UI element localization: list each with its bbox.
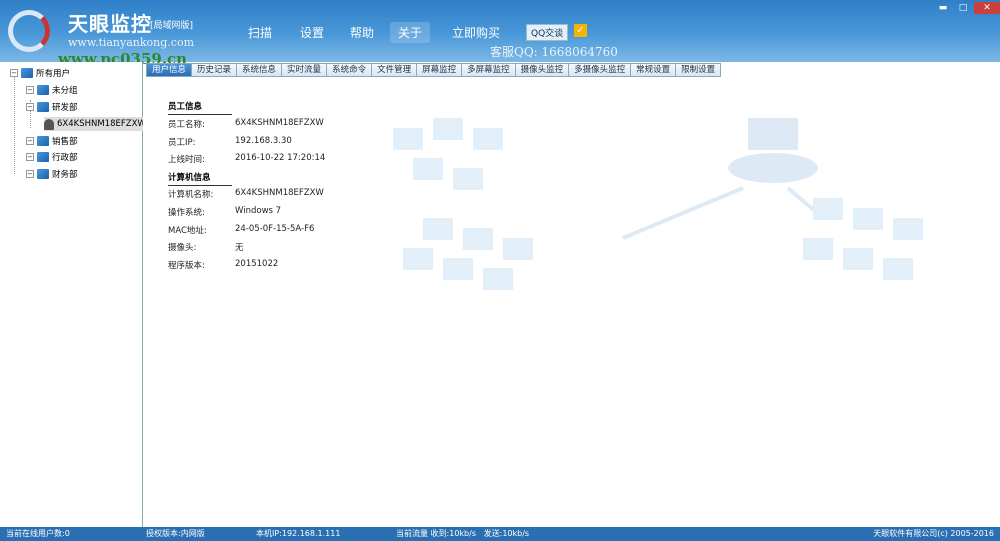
copyright: 天眼软件有限公司(c) 2005-2016 xyxy=(873,529,994,538)
status-bar: 当前在线用户数:0 授权版本:内网版 本机IP:192.168.1.111 当前… xyxy=(0,527,1000,541)
collapse-icon[interactable]: − xyxy=(26,103,34,111)
traffic: 当前流量 收到:10kb/s 发送:10kb/s xyxy=(396,529,530,538)
logo-icon xyxy=(8,10,50,52)
group-icon xyxy=(21,68,33,78)
online-time-value: 2016-10-22 17:20:14 xyxy=(235,153,326,163)
check-icon: ✓ xyxy=(574,24,587,37)
tab-history[interactable]: 历史记录 xyxy=(191,63,238,77)
camera-label: 摄像头: xyxy=(168,243,197,253)
tree-node-group[interactable]: − 财务部 xyxy=(26,167,78,181)
tab-restriction-settings[interactable]: 限制设置 xyxy=(675,63,722,77)
expand-icon[interactable]: − xyxy=(26,153,34,161)
employee-name-label: 员工名称: xyxy=(168,120,205,130)
tree-label: 研发部 xyxy=(52,103,78,113)
tree-node-group[interactable]: − 行政部 xyxy=(26,150,78,164)
mac-label: MAC地址: xyxy=(168,226,207,236)
menu-scan[interactable]: 扫描 xyxy=(240,22,280,43)
group-icon xyxy=(37,102,49,112)
tab-user-info[interactable]: 用户信息 xyxy=(146,63,193,77)
menu-about[interactable]: 关于 xyxy=(390,22,431,43)
group-icon xyxy=(37,85,49,95)
tab-screen-monitor[interactable]: 屏幕监控 xyxy=(416,63,463,77)
user-icon xyxy=(44,118,54,130)
app-edition: [局域网版] xyxy=(150,21,194,31)
service-qq: 客服QQ: 1668064760 xyxy=(490,45,618,59)
expand-icon[interactable]: − xyxy=(26,86,34,94)
employee-name-value: 6X4KSHNM18EFZXW xyxy=(235,118,324,128)
version-label: 程序版本: xyxy=(168,261,205,271)
employee-ip-label: 员工IP: xyxy=(168,138,196,148)
computer-name-label: 计算机名称: xyxy=(168,190,214,200)
version-value: 20151022 xyxy=(235,259,279,269)
maximize-button[interactable]: □ xyxy=(954,2,972,14)
user-tree: − 所有用户 − 未分组 − 研发部 6X4KSHNM18EFZXW − 销售部 − 行政… xyxy=(0,62,150,527)
tree-label: 6X4KSHNM18EFZXW xyxy=(57,119,146,129)
employee-info-heading: 员工信息 xyxy=(168,100,232,115)
menu-help[interactable]: 帮助 xyxy=(342,22,382,43)
camera-value: 无 xyxy=(235,243,244,253)
os-value: Windows 7 xyxy=(235,206,282,216)
qq-chat-button[interactable]: QQ交谈 xyxy=(526,24,569,41)
tree-label: 所有用户 xyxy=(36,69,71,79)
tab-multi-camera[interactable]: 多摄像头监控 xyxy=(568,63,632,77)
group-icon xyxy=(37,169,49,179)
minimize-button[interactable]: ▬ xyxy=(934,2,952,14)
tree-label: 未分组 xyxy=(52,86,78,96)
tab-bar: 用户信息 历史记录 系统信息 实时流量 系统命令 文件管理 屏幕监控 多屏幕监控… xyxy=(146,63,722,77)
app-title: 天眼监控 xyxy=(68,12,152,36)
tab-realtime-traffic[interactable]: 实时流量 xyxy=(281,63,328,77)
tree-label: 销售部 xyxy=(52,137,78,147)
computer-name-value: 6X4KSHNM18EFZXW xyxy=(235,188,324,198)
tab-system-info[interactable]: 系统信息 xyxy=(236,63,283,77)
tree-node-group[interactable]: − 未分组 xyxy=(26,83,78,97)
tree-node-group[interactable]: − 销售部 xyxy=(26,134,78,148)
local-ip: 本机IP:192.168.1.111 xyxy=(256,529,341,538)
tab-general-settings[interactable]: 常规设置 xyxy=(630,63,677,77)
tree-node-all-users[interactable]: − 所有用户 xyxy=(10,66,70,80)
app-url: www.tianyankong.com xyxy=(68,36,195,49)
os-label: 操作系统: xyxy=(168,208,205,218)
collapse-icon[interactable]: − xyxy=(10,69,18,77)
user-info-panel: 员工信息 员工名称: 6X4KSHNM18EFZXW 员工IP: 192.168… xyxy=(143,78,1000,527)
tree-node-group[interactable]: − 研发部 xyxy=(26,100,78,114)
mac-value: 24-05-0F-15-5A-F6 xyxy=(235,224,315,234)
tab-camera[interactable]: 摄像头监控 xyxy=(514,63,570,77)
menu-settings[interactable]: 设置 xyxy=(292,22,332,43)
header: 天眼监控 [局域网版] www.tianyankong.com www.pc03… xyxy=(0,0,1000,68)
tab-file-manager[interactable]: 文件管理 xyxy=(371,63,418,77)
employee-ip-value: 192.168.3.30 xyxy=(235,136,292,146)
tree-label: 行政部 xyxy=(52,153,78,163)
tab-multi-screen[interactable]: 多屏幕监控 xyxy=(461,63,516,77)
computer-info-heading: 计算机信息 xyxy=(168,171,232,186)
tab-system-command[interactable]: 系统命令 xyxy=(326,63,373,77)
tree-node-user[interactable]: 6X4KSHNM18EFZXW xyxy=(44,117,150,131)
network-illustration xyxy=(393,118,923,290)
tree-label: 财务部 xyxy=(52,170,78,180)
expand-icon[interactable]: − xyxy=(26,137,34,145)
expand-icon[interactable]: − xyxy=(26,170,34,178)
menu-buy[interactable]: 立即购买 xyxy=(444,22,508,43)
online-count: 当前在线用户数:0 xyxy=(6,529,70,538)
group-icon xyxy=(37,152,49,162)
group-icon xyxy=(37,136,49,146)
close-button[interactable]: ✕ xyxy=(974,2,1000,14)
license-type: 授权版本:内网版 xyxy=(146,529,205,538)
online-time-label: 上线时间: xyxy=(168,155,205,165)
